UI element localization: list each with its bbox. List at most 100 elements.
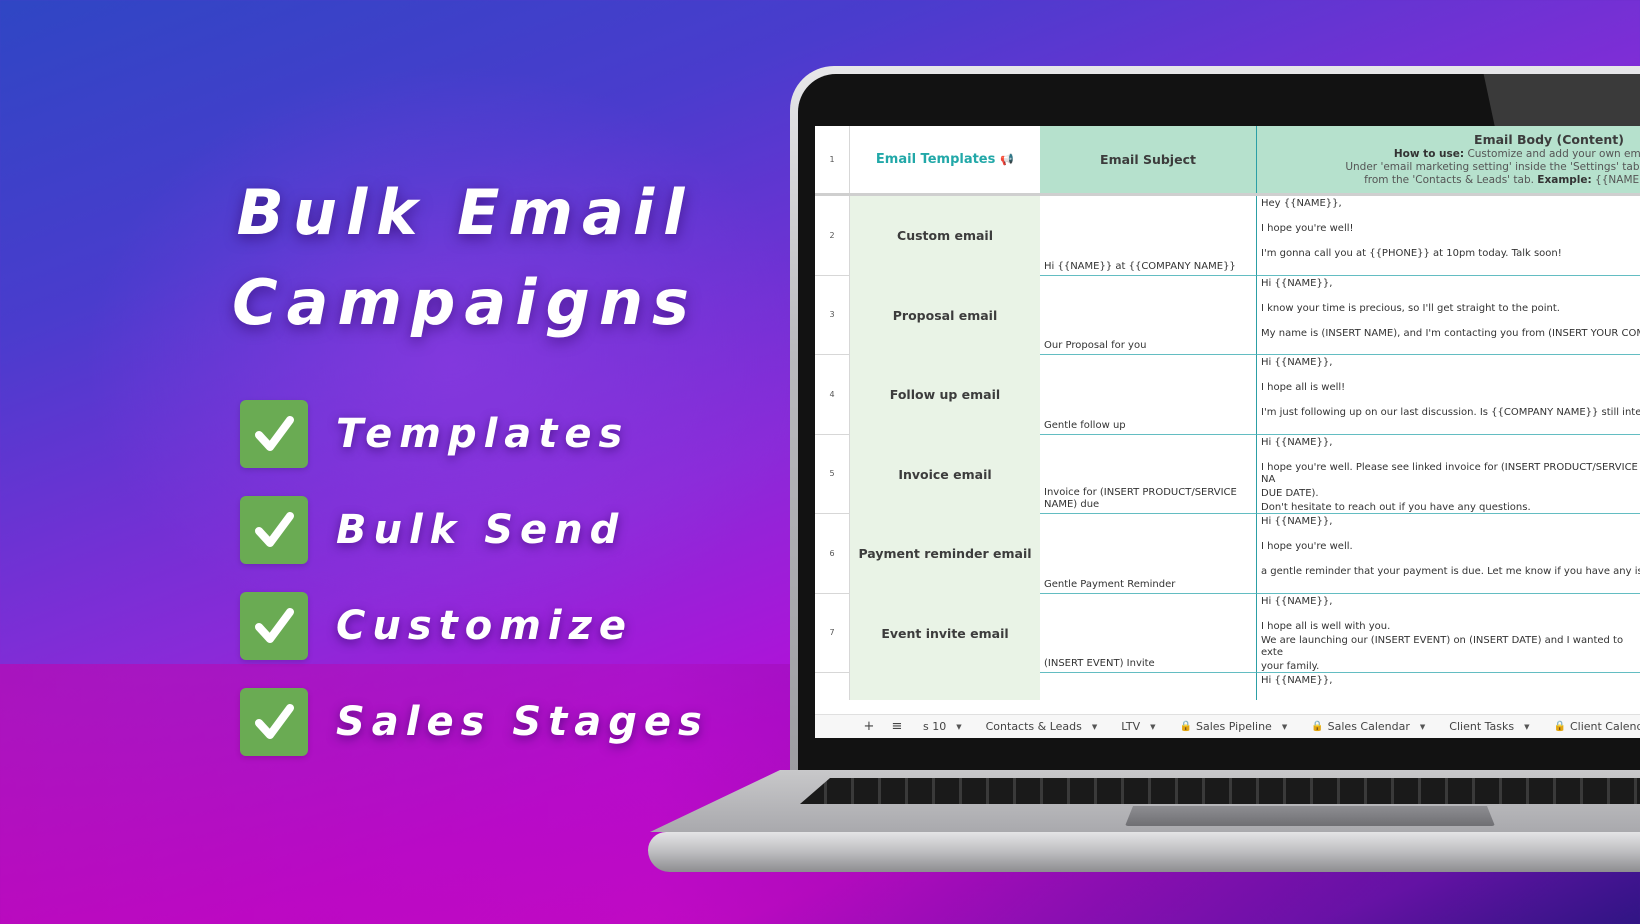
sheet-tab[interactable]: LTV ▼ bbox=[1109, 720, 1167, 733]
row-number[interactable]: 2 bbox=[815, 196, 850, 276]
example-label: Example: bbox=[1537, 174, 1592, 186]
laptop-base-front bbox=[648, 832, 1640, 872]
chevron-down-icon[interactable]: ▼ bbox=[1524, 723, 1529, 731]
row-number[interactable]: 6 bbox=[815, 514, 850, 594]
template-type-cell[interactable]: Follow up email bbox=[850, 355, 1040, 435]
how-to-use-line: How to use: Customize and add your own e… bbox=[1269, 148, 1640, 161]
body-line: Hi {{NAME}}, bbox=[1261, 357, 1333, 368]
sheet-tab-label: s 10 bbox=[923, 720, 947, 733]
table-row: 3 Proposal email Our Proposal for you Hi {{… bbox=[815, 275, 1640, 355]
row-number[interactable] bbox=[815, 673, 850, 700]
chevron-down-icon[interactable]: ▼ bbox=[1420, 723, 1425, 731]
headline-line-1: Bulk Email bbox=[236, 176, 694, 249]
body-cell[interactable]: Hi {{NAME}}, I know your time is precious… bbox=[1257, 276, 1640, 355]
subject-text: Our Proposal for you bbox=[1044, 340, 1147, 351]
type-cell[interactable] bbox=[850, 673, 1040, 700]
sheet-tab-bar: + ≡ s 10 ▼ Contacts & Leads ▼ LTV ▼ 🔒 Sales Pip… bbox=[815, 714, 1640, 738]
feature-label: Customize bbox=[336, 603, 634, 649]
sheet-tab[interactable]: 🔒 Sales Pipeline ▼ bbox=[1168, 720, 1300, 733]
header-cell-email-templates[interactable]: Email Templates 📢 bbox=[850, 126, 1040, 193]
template-type-cell[interactable]: Invoice email bbox=[850, 434, 1040, 514]
table-row: 7 Event invite email (INSERT EVENT) Invite… bbox=[815, 593, 1640, 673]
lock-icon: 🔒 bbox=[1179, 721, 1192, 732]
checkmark-icon bbox=[240, 688, 308, 756]
lock-icon: 🔒 bbox=[1553, 721, 1566, 732]
body-cell[interactable]: Hi {{NAME}}, I hope you're well. a gentle… bbox=[1257, 514, 1640, 594]
all-sheets-menu-button[interactable]: ≡ bbox=[883, 719, 911, 734]
add-sheet-button[interactable]: + bbox=[855, 719, 883, 734]
laptop-bezel: 1 Email Templates 📢 Email Subject Email … bbox=[798, 74, 1640, 786]
sheet-tab[interactable]: 🔒 Sales Calendar ▼ bbox=[1299, 720, 1437, 733]
laptop-lid: 1 Email Templates 📢 Email Subject Email … bbox=[790, 66, 1640, 786]
body-line: I know your time is precious, so I'll ge… bbox=[1261, 302, 1560, 314]
template-type-cell[interactable]: Proposal email bbox=[850, 275, 1040, 355]
subject-cell[interactable]: Hi {{NAME}} at {{COMPANY NAME}} bbox=[1040, 196, 1257, 276]
subject-cell[interactable]: Gentle follow up bbox=[1040, 355, 1257, 435]
template-type-cell[interactable]: Payment reminder email bbox=[850, 514, 1040, 594]
spreadsheet-grid: 1 Email Templates 📢 Email Subject Email … bbox=[815, 126, 1640, 700]
body-line: I hope all is well! bbox=[1261, 382, 1346, 393]
chevron-down-icon[interactable]: ▼ bbox=[1092, 723, 1097, 731]
subject-cell[interactable] bbox=[1040, 673, 1257, 700]
body-line: I hope you're well! bbox=[1261, 223, 1354, 234]
subject-cell[interactable]: Invoice for (INSERT PRODUCT/SERVICE NAME… bbox=[1040, 434, 1257, 514]
checkmark-icon bbox=[240, 400, 308, 468]
row-number[interactable]: 4 bbox=[815, 355, 850, 435]
body-cell[interactable]: Hi {{NAME}}, I hope all is well! I'm just … bbox=[1257, 355, 1640, 435]
sheet-tabs: s 10 ▼ Contacts & Leads ▼ LTV ▼ 🔒 Sales Pipelin… bbox=[911, 720, 1640, 733]
bezel-reflection bbox=[1483, 74, 1640, 134]
header-cell-email-body[interactable]: Email Body (Content) How to use: Customi… bbox=[1257, 126, 1640, 193]
body-cell[interactable]: Hi {{NAME}}, bbox=[1257, 673, 1640, 700]
body-line: your family. bbox=[1261, 660, 1320, 672]
feature-label: Sales Stages bbox=[336, 699, 709, 745]
body-line: a gentle reminder that your payment is d… bbox=[1261, 566, 1640, 577]
subject-cell[interactable]: Our Proposal for you bbox=[1040, 275, 1257, 355]
table-row: 5 Invoice email Invoice for (INSERT PRODUC… bbox=[815, 434, 1640, 514]
sheet-tab[interactable]: 🔒Client Calendar▼ bbox=[1542, 720, 1640, 733]
example-text: {{NAME}} corrosponds to bbox=[1595, 174, 1640, 186]
table-row: 2 Custom email Hi {{NAME}} at {{COMPANY NA… bbox=[815, 196, 1640, 276]
checkmark-icon bbox=[240, 592, 308, 660]
chevron-down-icon[interactable]: ▼ bbox=[1150, 723, 1155, 731]
laptop-trackpad bbox=[1125, 806, 1495, 826]
chevron-down-icon[interactable]: ▼ bbox=[956, 723, 961, 731]
row-number[interactable]: 5 bbox=[815, 434, 850, 514]
lock-icon: 🔒 bbox=[1311, 721, 1324, 732]
subject-cell[interactable]: (INSERT EVENT) Invite bbox=[1040, 593, 1257, 673]
sheet-tab[interactable]: s 10 ▼ bbox=[911, 720, 974, 733]
feature-list: Templates Bulk Send Customize Sales Stages bbox=[240, 400, 709, 784]
body-cell[interactable]: Hey {{NAME}}, I hope you're well! I'm gonn… bbox=[1257, 196, 1640, 276]
instructions-line-3: from the 'Contacts & Leads' tab. Example… bbox=[1269, 174, 1640, 187]
spreadsheet-screen: 1 Email Templates 📢 Email Subject Email … bbox=[815, 126, 1640, 738]
sheet-tab-label: Sales Calendar bbox=[1327, 720, 1410, 733]
header-title: Email Templates bbox=[875, 152, 996, 167]
body-line: Hi {{NAME}}, bbox=[1261, 595, 1333, 607]
body-line: I'm just following up on our last discus… bbox=[1261, 407, 1640, 418]
template-type-cell[interactable]: Custom email bbox=[850, 196, 1040, 276]
body-line: I hope you're well. Please see linked in… bbox=[1261, 461, 1638, 485]
feature-label: Templates bbox=[336, 411, 630, 457]
chevron-down-icon[interactable]: ▼ bbox=[1282, 723, 1287, 731]
body-cell[interactable]: Hi {{NAME}}, I hope you're well. Please s… bbox=[1257, 435, 1640, 514]
row-number[interactable]: 3 bbox=[815, 275, 850, 355]
body-line: I hope you're well. bbox=[1261, 541, 1353, 552]
instructions-line-3-text: from the 'Contacts & Leads' tab. bbox=[1364, 174, 1538, 186]
row-number[interactable]: 7 bbox=[815, 593, 850, 673]
sheet-tab[interactable]: Client Tasks ▼ bbox=[1437, 720, 1541, 733]
subject-text: (INSERT EVENT) Invite bbox=[1044, 658, 1155, 669]
body-line: Don't hesitate to reach out if you have … bbox=[1261, 501, 1531, 513]
sheet-tab[interactable]: Contacts & Leads ▼ bbox=[974, 720, 1110, 733]
checkmark-icon bbox=[240, 496, 308, 564]
instructions-line-2: Under 'email marketing setting' inside t… bbox=[1345, 161, 1640, 173]
feature-label: Bulk Send bbox=[336, 507, 626, 553]
body-cell[interactable]: Hi {{NAME}}, I hope all is well with you.… bbox=[1257, 594, 1640, 673]
sheet-tab-label: Client Calendar bbox=[1569, 720, 1640, 733]
body-line: I hope all is well with you. bbox=[1261, 620, 1391, 632]
table-row: 4 Follow up email Gentle follow up Hi {{NAM… bbox=[815, 355, 1640, 435]
laptop-keyboard bbox=[800, 778, 1640, 804]
row-number[interactable]: 1 bbox=[815, 126, 850, 193]
template-type-cell[interactable]: Event invite email bbox=[850, 593, 1040, 673]
subject-text: Gentle Payment Reminder bbox=[1044, 578, 1176, 590]
header-cell-email-subject[interactable]: Email Subject bbox=[1040, 126, 1257, 193]
subject-cell[interactable]: Gentle Payment Reminder bbox=[1040, 514, 1257, 594]
